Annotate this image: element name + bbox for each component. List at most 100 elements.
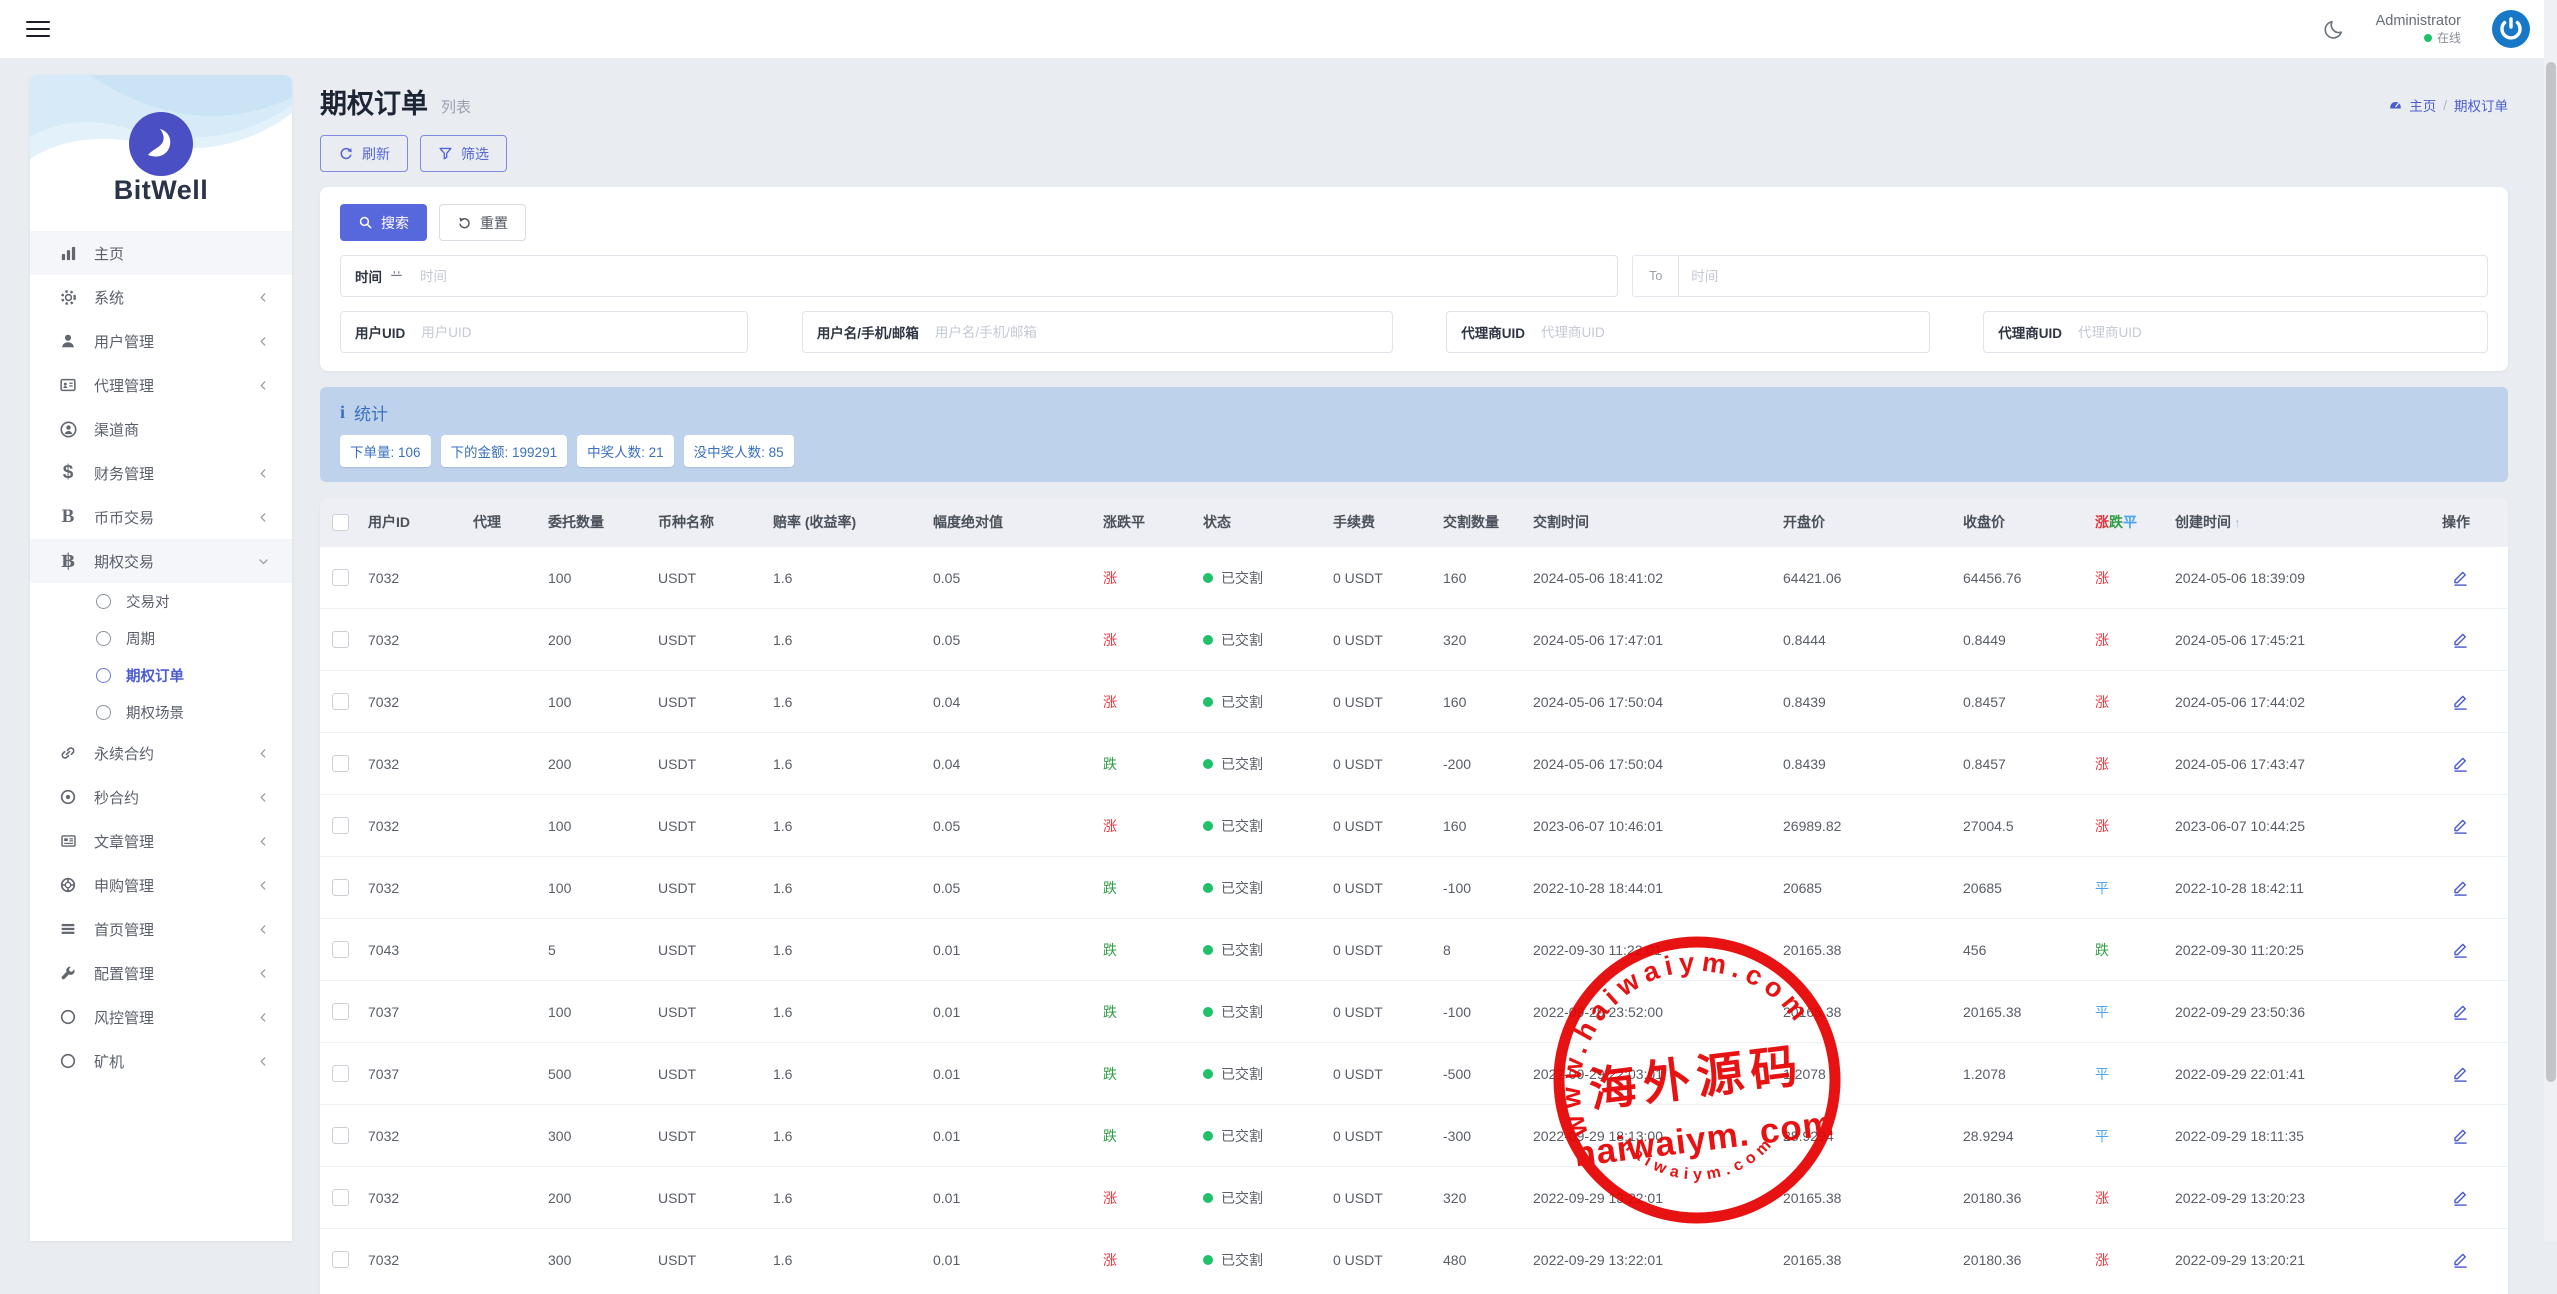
sidebar-item-articles[interactable]: 文章管理 bbox=[30, 819, 292, 863]
edit-button[interactable] bbox=[2451, 1002, 2470, 1021]
cell-open: 0.8444 bbox=[1783, 632, 1963, 648]
time-to-input[interactable] bbox=[1679, 269, 2487, 284]
edit-button[interactable] bbox=[2451, 878, 2470, 897]
agent-uid-input-1[interactable] bbox=[1539, 325, 1929, 340]
col-header-checkbox bbox=[320, 514, 368, 531]
status-text: 已交割 bbox=[1221, 1002, 1263, 1022]
sidebar-subitem-option-scene[interactable]: 期权场景 bbox=[30, 694, 292, 731]
select-all-checkbox[interactable] bbox=[332, 514, 349, 531]
user-menu[interactable]: Administrator 在线 bbox=[2376, 12, 2461, 45]
sidebar-item-homepage[interactable]: 首页管理 bbox=[30, 907, 292, 951]
cell-dir: 涨 bbox=[1103, 568, 1203, 588]
edit-button[interactable] bbox=[2451, 1188, 2470, 1207]
sidebar-item-label: 系统 bbox=[94, 287, 124, 308]
status-dot-icon bbox=[1203, 1007, 1213, 1017]
edit-button[interactable] bbox=[2451, 568, 2470, 587]
cell-qty: 160 bbox=[1443, 694, 1533, 710]
breadcrumb-current[interactable]: 期权订单 bbox=[2454, 95, 2508, 115]
row-checkbox[interactable] bbox=[332, 1003, 349, 1020]
sidebar-item-home[interactable]: 主页 bbox=[30, 231, 292, 275]
breadcrumb-home-link[interactable]: 主页 bbox=[2388, 95, 2436, 115]
sidebar-item-options[interactable]: ฿期权交易 bbox=[30, 539, 292, 583]
edit-button[interactable] bbox=[2451, 630, 2470, 649]
online-dot-icon bbox=[2424, 34, 2432, 42]
cell-checkbox bbox=[320, 879, 368, 896]
cell-odds: 1.6 bbox=[773, 880, 933, 896]
sidebar-item-miner[interactable]: 矿机 bbox=[30, 1039, 292, 1083]
row-checkbox[interactable] bbox=[332, 569, 349, 586]
sidebar-item-spot[interactable]: B币币交易 bbox=[30, 495, 292, 539]
cell-dir: 跌 bbox=[1103, 878, 1203, 898]
sidebar-item-perpetual[interactable]: 永续合约 bbox=[30, 731, 292, 775]
sidebar-item-risk[interactable]: 风控管理 bbox=[30, 995, 292, 1039]
row-checkbox[interactable] bbox=[332, 1127, 349, 1144]
page-subtitle: 列表 bbox=[441, 96, 471, 121]
menu-toggle-button[interactable] bbox=[26, 16, 50, 41]
edit-button[interactable] bbox=[2451, 940, 2470, 959]
row-checkbox[interactable] bbox=[332, 817, 349, 834]
sidebar-item-config[interactable]: 配置管理 bbox=[30, 951, 292, 995]
cell-checkbox bbox=[320, 1127, 368, 1144]
edit-button[interactable] bbox=[2451, 1126, 2470, 1145]
edit-button[interactable] bbox=[2451, 754, 2470, 773]
cell-status: 已交割 bbox=[1203, 816, 1333, 836]
brand-name: BitWell bbox=[30, 175, 292, 206]
sidebar-item-users[interactable]: 用户管理 bbox=[30, 319, 292, 363]
user-uid-input[interactable] bbox=[419, 325, 747, 340]
edit-button[interactable] bbox=[2451, 1250, 2470, 1269]
cell-settle_time: 2022-09-30 11:22:01 bbox=[1533, 942, 1783, 958]
sidebar-item-finance[interactable]: $财务管理 bbox=[30, 451, 292, 495]
search-button[interactable]: 搜索 bbox=[340, 204, 427, 241]
cell-status: 已交割 bbox=[1203, 692, 1333, 712]
time-label: 时间 bbox=[341, 266, 418, 286]
stat-badge-0: 下单量: 106 bbox=[340, 435, 431, 467]
filter-button[interactable]: 筛选 bbox=[420, 135, 507, 172]
cell-amount: 200 bbox=[548, 756, 658, 772]
sidebar-item-system[interactable]: 系统 bbox=[30, 275, 292, 319]
sidebar-subitem-option-orders[interactable]: 期权订单 bbox=[30, 657, 292, 694]
agent-uid-field-2: 代理商UID bbox=[1983, 311, 2488, 353]
row-checkbox[interactable] bbox=[332, 941, 349, 958]
sidebar-item-agents[interactable]: 代理管理 bbox=[30, 363, 292, 407]
cell-settle_time: 2024-05-06 17:47:01 bbox=[1533, 632, 1783, 648]
cell-open: 20165.38 bbox=[1783, 1252, 1963, 1268]
row-checkbox[interactable] bbox=[332, 1065, 349, 1082]
row-checkbox[interactable] bbox=[332, 755, 349, 772]
sidebar-item-label: 主页 bbox=[94, 243, 124, 264]
refresh-button[interactable]: 刷新 bbox=[320, 135, 408, 172]
col-header-range: 幅度绝对值 bbox=[933, 512, 1103, 532]
sidebar-item-seconds[interactable]: 秒合约 bbox=[30, 775, 292, 819]
username-phone-email-input[interactable] bbox=[933, 325, 1392, 340]
col-header-created[interactable]: 创建时间↑ bbox=[2175, 512, 2430, 532]
chevron-left-icon bbox=[257, 967, 270, 980]
edit-button[interactable] bbox=[2451, 816, 2470, 835]
cell-open: 0.8439 bbox=[1783, 694, 1963, 710]
row-checkbox[interactable] bbox=[332, 1251, 349, 1268]
sidebar-subitem-pairs[interactable]: 交易对 bbox=[30, 583, 292, 620]
sidebar-item-label: 渠道商 bbox=[94, 419, 139, 440]
home-icon bbox=[57, 243, 79, 263]
scrollbar-thumb[interactable] bbox=[2546, 62, 2556, 1082]
edit-button[interactable] bbox=[2451, 1064, 2470, 1083]
cell-close: 27004.5 bbox=[1963, 818, 2095, 834]
sidebar-item-subscribe[interactable]: 申购管理 bbox=[30, 863, 292, 907]
reset-button[interactable]: 重置 bbox=[439, 204, 526, 241]
agent-uid-input-2[interactable] bbox=[2076, 325, 2487, 340]
statistics-badges: 下单量: 106下的金额: 199291中奖人数: 21没中奖人数: 85 bbox=[340, 435, 2488, 467]
cell-result: 涨 bbox=[2095, 816, 2175, 836]
table-row: 7032200USDT1.60.05涨已交割0 USDT3202024-05-0… bbox=[320, 608, 2508, 670]
row-checkbox[interactable] bbox=[332, 1189, 349, 1206]
cell-uid: 7032 bbox=[368, 818, 473, 834]
row-checkbox[interactable] bbox=[332, 693, 349, 710]
dark-mode-toggle[interactable] bbox=[2324, 18, 2346, 40]
cell-uid: 7037 bbox=[368, 1004, 473, 1020]
chevron-left-icon bbox=[257, 335, 270, 348]
row-checkbox[interactable] bbox=[332, 879, 349, 896]
sidebar-subitem-period[interactable]: 周期 bbox=[30, 620, 292, 657]
avatar[interactable] bbox=[2491, 9, 2531, 49]
sidebar-item-channel[interactable]: 渠道商 bbox=[30, 407, 292, 451]
vertical-scrollbar[interactable] bbox=[2544, 0, 2557, 1241]
edit-button[interactable] bbox=[2451, 692, 2470, 711]
row-checkbox[interactable] bbox=[332, 631, 349, 648]
time-from-input[interactable] bbox=[418, 269, 1617, 284]
